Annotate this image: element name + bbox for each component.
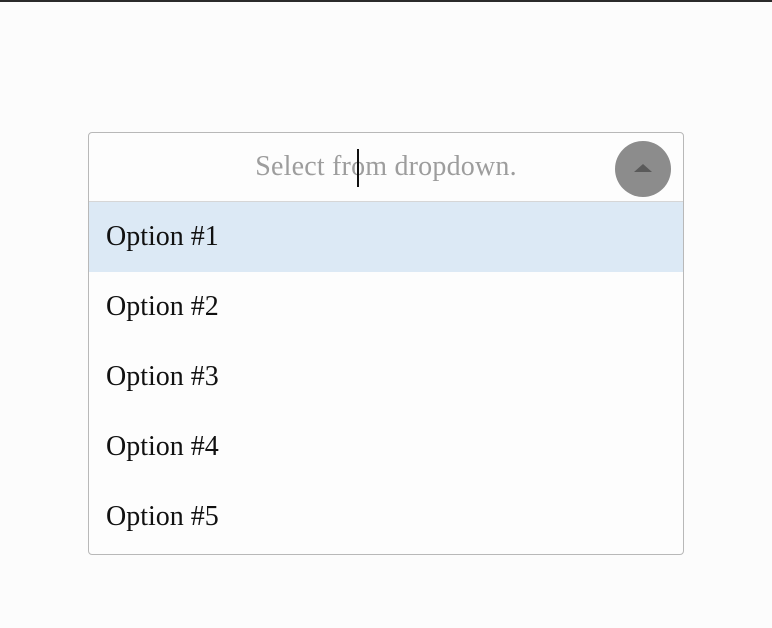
caret-up-icon (634, 164, 652, 172)
dropdown-input[interactable]: Select from dropdown. (89, 133, 683, 202)
dropdown-placeholder: Select from dropdown. (255, 151, 517, 182)
dropdown-option[interactable]: Option #3 (89, 342, 683, 412)
dropdown-option[interactable]: Option #2 (89, 272, 683, 342)
dropdown-option[interactable]: Option #5 (89, 482, 683, 552)
top-divider (0, 0, 772, 2)
select-dropdown[interactable]: Select from dropdown. Option #1 Option #… (88, 132, 684, 555)
dropdown-toggle-button[interactable] (615, 141, 671, 197)
text-cursor (357, 149, 359, 187)
dropdown-option[interactable]: Option #1 (89, 202, 683, 272)
dropdown-option[interactable]: Option #4 (89, 412, 683, 482)
dropdown-options-list: Option #1 Option #2 Option #3 Option #4 … (89, 202, 683, 552)
